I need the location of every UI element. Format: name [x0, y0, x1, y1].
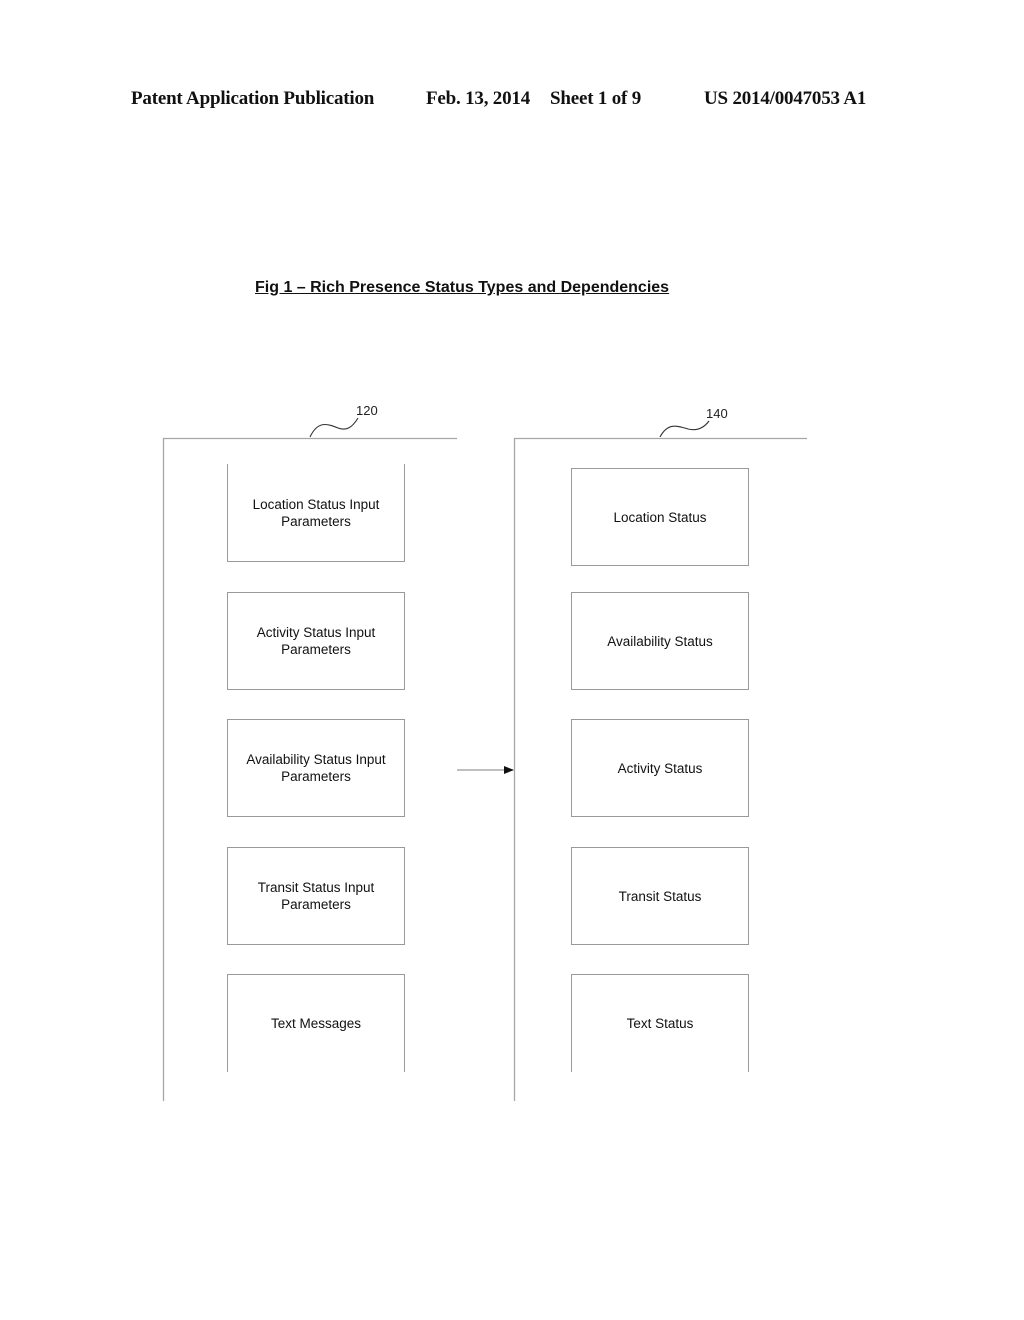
box-label: Availability Status Input Parameters	[246, 752, 386, 784]
ref-label-120: 120	[356, 403, 378, 418]
activity-input-box: Activity Status Input Parameters	[227, 592, 405, 690]
location-input-box: Location Status Input Parameters	[227, 464, 405, 562]
box-label: Text Messages	[270, 1016, 362, 1031]
availability-status-box: Availability Status	[571, 592, 749, 690]
box-label: Location Status	[613, 509, 707, 525]
text-status-box: Text Status	[571, 974, 749, 1072]
ref-140-leader	[659, 420, 710, 438]
box-label: Location Status Input Parameters	[252, 496, 380, 529]
transit-input-box: Transit Status Input Parameters	[227, 847, 405, 945]
box-label: Availability Status	[607, 633, 713, 649]
activity-status-box: Activity Status	[571, 719, 749, 817]
box-label: Activity Status Input Parameters	[256, 625, 376, 657]
availability-input-box: Availability Status Input Parameters	[227, 719, 405, 817]
diagram-lines	[162, 417, 807, 1101]
ref-120-leader	[309, 417, 359, 438]
transit-status-box: Transit Status	[571, 847, 749, 945]
box-label: Text Status	[626, 1016, 694, 1031]
box-label: Transit Status Input Parameters	[257, 880, 375, 912]
box-label: Activity Status	[617, 760, 703, 776]
box-label: Transit Status	[618, 888, 702, 904]
location-status-box: Location Status	[571, 468, 749, 566]
ref-label-140: 140	[706, 406, 728, 421]
text-messages-box: Text Messages	[227, 974, 405, 1072]
